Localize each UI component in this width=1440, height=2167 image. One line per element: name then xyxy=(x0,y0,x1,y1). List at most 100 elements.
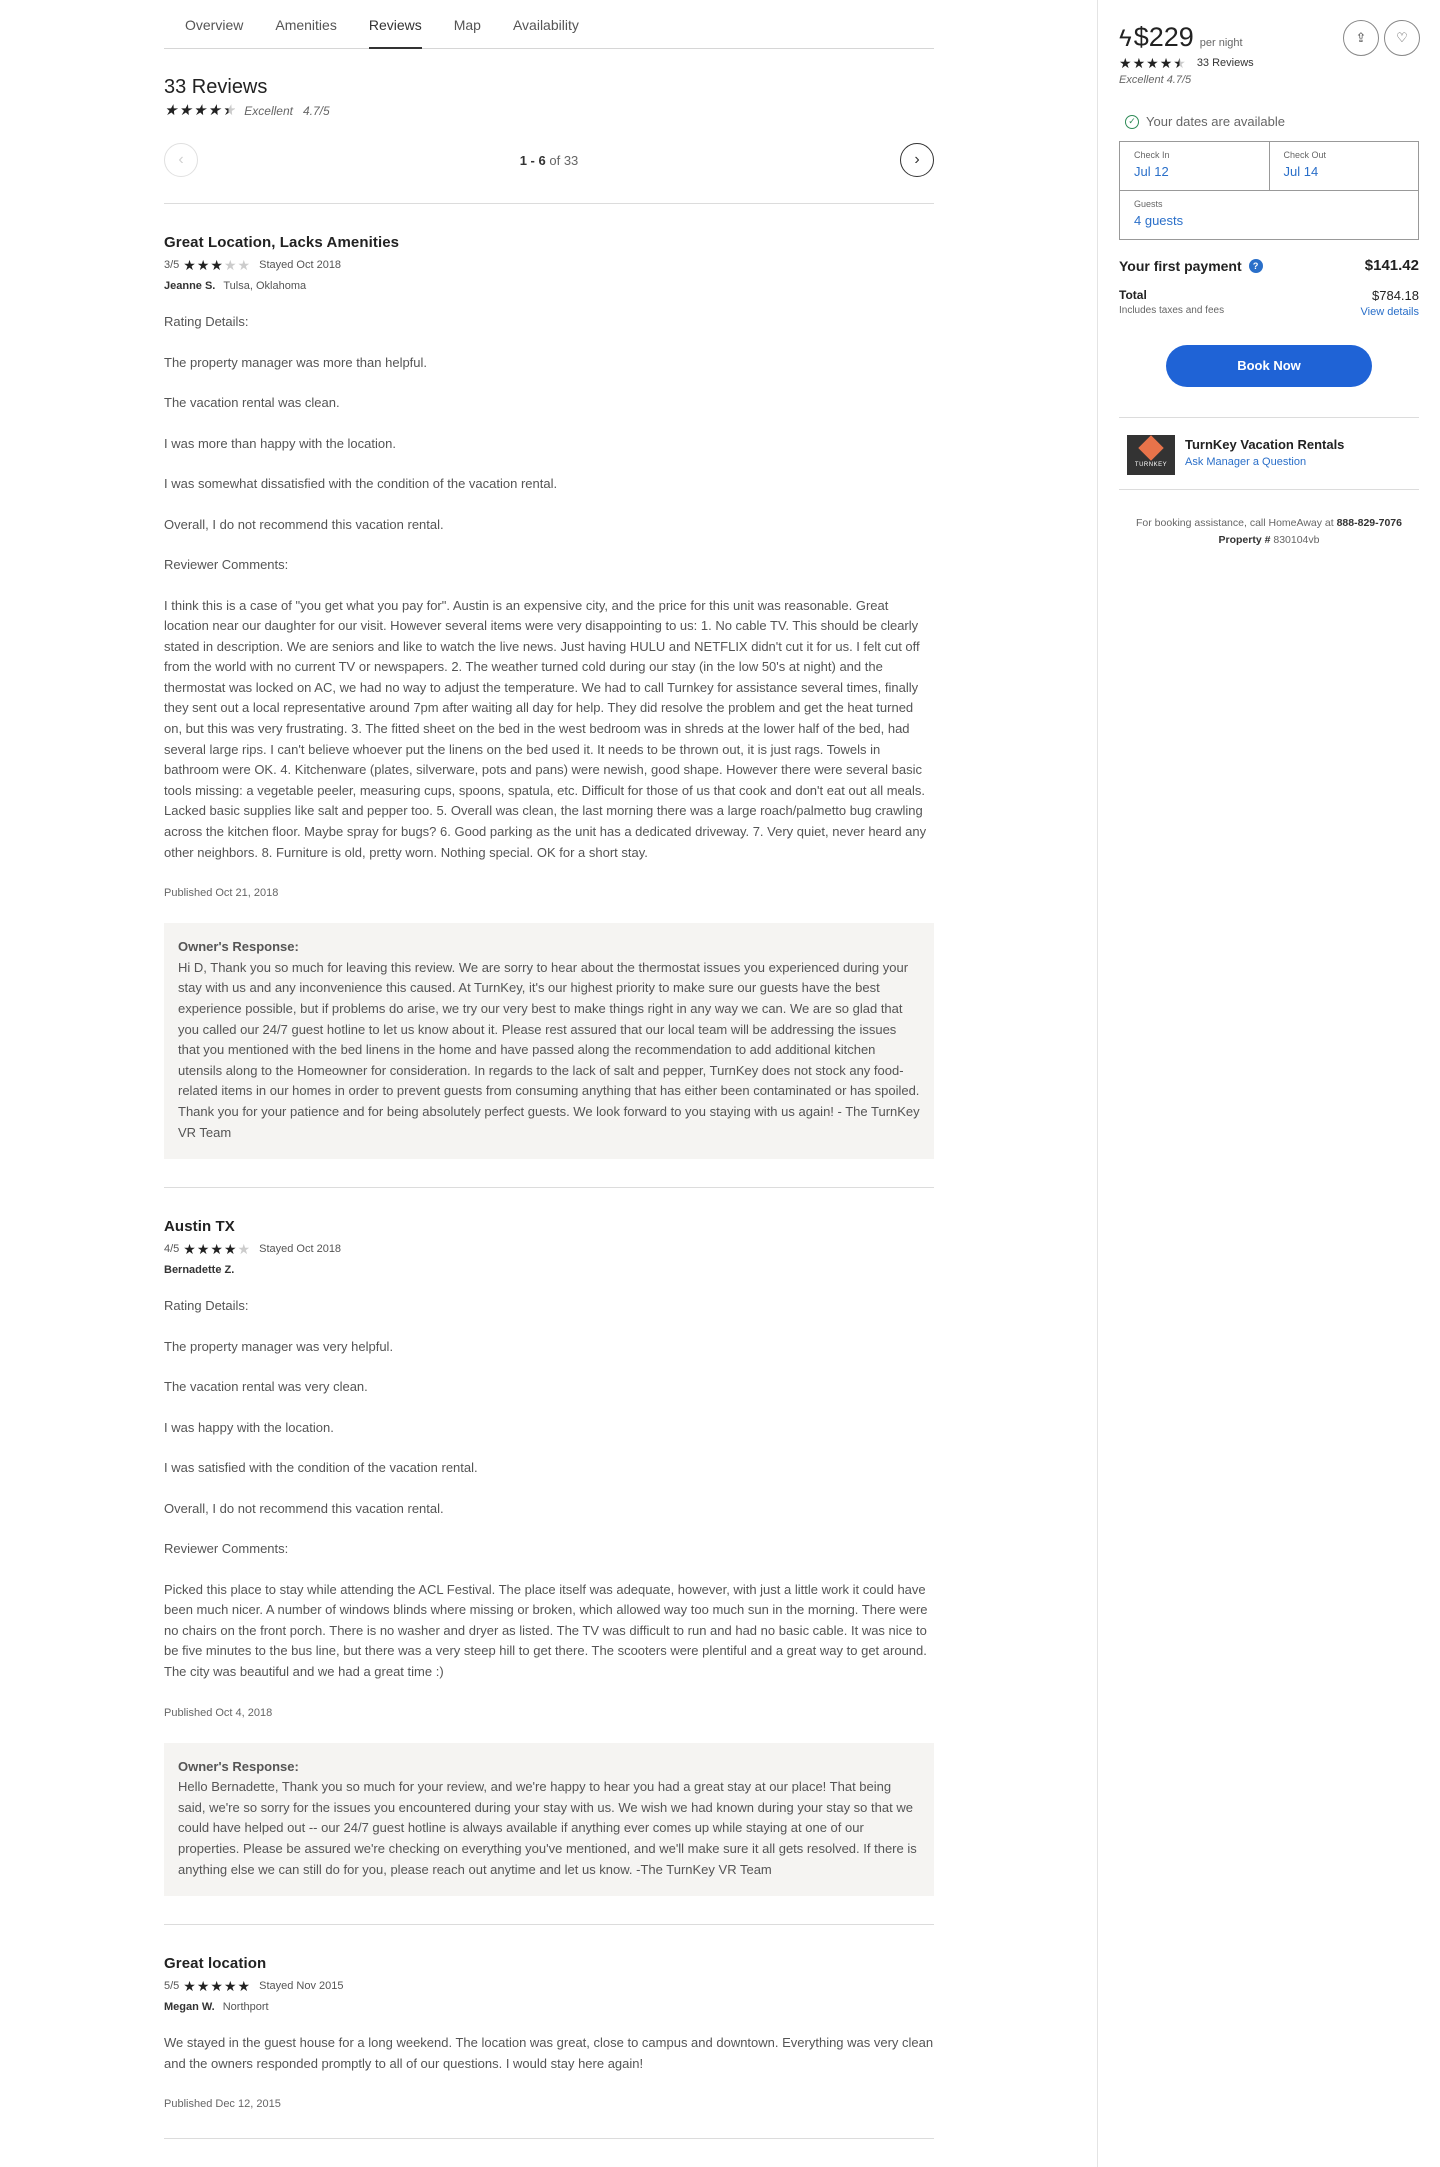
star-icon: ★ xyxy=(1146,55,1159,71)
star-icon: ★ xyxy=(1119,55,1132,71)
assist-phone[interactable]: 888-829-7076 xyxy=(1337,517,1402,529)
rating-score: 4.7/5 xyxy=(302,103,330,118)
booking-assistance: For booking assistance, call HomeAway at… xyxy=(1119,515,1419,549)
view-details-link[interactable]: View details xyxy=(1361,306,1420,318)
check-circle-icon: ✓ xyxy=(1125,114,1139,129)
chevron-left-icon: ‹ xyxy=(178,151,184,168)
pagination-top: ‹ 1 - 6 of 33 › xyxy=(164,142,934,178)
ask-manager-link[interactable]: Ask Manager a Question xyxy=(1185,456,1344,468)
favorite-button[interactable]: ♡ xyxy=(1384,20,1420,56)
rating-details-label: Rating Details: xyxy=(164,314,249,329)
review-card: Great Location, Lacks Amenities 3/5 ★ ★ ★ ★ ★ S… xyxy=(164,204,934,1189)
total-row: Total Includes taxes and fees $784.18 Vi… xyxy=(1119,288,1419,318)
stayed-date: Stayed Oct 2018 xyxy=(259,259,342,271)
divider xyxy=(1119,417,1419,418)
review-card: Great location 5/5 ★ ★ ★ ★ ★ Stayed Nov 2015 Meg… xyxy=(164,1925,934,2140)
check-out-label: Check Out xyxy=(1283,150,1327,160)
page-range-current: 1 - 6 xyxy=(519,152,546,168)
guests-label: Guests xyxy=(1134,199,1163,209)
sidebar-reviews-count[interactable]: 33 Reviews xyxy=(1197,57,1254,69)
reviewer-location: Tulsa, Oklahoma xyxy=(223,280,307,292)
review-title: Great Location, Lacks Amenities xyxy=(164,234,400,251)
booking-dates-box: Check In Jul 12 Check Out Jul 14 Guests … xyxy=(1119,141,1419,240)
divider xyxy=(164,2138,934,2140)
review-rating: 5/5 ★ ★ ★ ★ ★ Stayed Nov 2015 xyxy=(164,1979,934,1993)
review-card: Austin TX 4/5 ★ ★ ★ ★ ★ Stayed Oct 2018 Bernadet… xyxy=(164,1188,934,1926)
star-icon: ★ xyxy=(1159,55,1173,71)
reviewer-name: Jeanne S. xyxy=(164,280,216,292)
next-page-button[interactable]: › xyxy=(900,143,934,177)
star-icon: ★ xyxy=(223,257,237,273)
owner-response-label: Owner's Response: xyxy=(178,939,299,955)
page-range: 1 - 6 of 33 xyxy=(520,153,579,168)
assist-line: For booking assistance, call HomeAway at… xyxy=(1119,515,1419,532)
reviews-count-title: 33 Reviews xyxy=(164,76,268,98)
owner-response: Owner's Response: Hi D, Thank you so much… xyxy=(164,923,934,1160)
guests-field[interactable]: Guests 4 guests xyxy=(1120,191,1418,239)
star-icon: ★ xyxy=(164,102,178,119)
star-icon: ★ xyxy=(183,1241,196,1258)
reviews-list: Great Location, Lacks Amenities 3/5 ★ ★ ★ ★ ★ S… xyxy=(164,204,934,2140)
star-icon: ★ xyxy=(237,257,251,273)
review-stars: ★ ★ ★ ★ ★ xyxy=(183,1242,251,1256)
reviews-summary: 33 Reviews ★ ★ ★ ★ ★ Excellent 4.7/5 xyxy=(164,76,934,118)
total-label: Total xyxy=(1119,288,1147,302)
tab-availability[interactable]: Availability xyxy=(513,0,579,48)
per-night-label: per night xyxy=(1199,37,1243,49)
manager-info: TurnKey Vacation Rentals Ask Manager a Q… xyxy=(1185,435,1344,475)
tab-overview[interactable]: Overview xyxy=(185,0,243,48)
rating-detail: Overall, I do not recommend this vacatio… xyxy=(164,516,444,532)
guests-value: 4 guests xyxy=(1134,213,1184,228)
turnkey-logo: TURNKEY xyxy=(1127,434,1175,475)
manager-name: TurnKey Vacation Rentals xyxy=(1185,437,1345,452)
average-stars: ★ ★ ★ ★ ★ xyxy=(164,103,236,118)
star-icon: ★ xyxy=(210,1978,223,1995)
tab-reviews[interactable]: Reviews xyxy=(368,0,422,49)
book-now-button[interactable]: Book Now xyxy=(1166,345,1372,387)
rating-detail: I was more than happy with the location. xyxy=(164,435,396,451)
check-out-value: Jul 14 xyxy=(1283,164,1319,179)
review-rating-text: 5/5 xyxy=(164,1980,180,1993)
logo-text: TURNKEY xyxy=(1134,461,1168,468)
average-rating: ★ ★ ★ ★ ★ Excellent 4.7/5 xyxy=(164,103,934,118)
reviewer-comments-label: Reviewer Comments: xyxy=(164,557,289,572)
rating-detail: I was satisfied with the condition of th… xyxy=(164,1460,478,1476)
dates-row: Check In Jul 12 Check Out Jul 14 xyxy=(1120,142,1418,191)
property-manager: TURNKEY TurnKey Vacation Rentals Ask Man… xyxy=(1119,434,1419,475)
review-rating: 3/5 ★ ★ ★ ★ ★ Stayed Oct 2018 xyxy=(164,258,934,272)
share-button[interactable]: ⇪ xyxy=(1343,20,1379,56)
check-in-field[interactable]: Check In Jul 12 xyxy=(1120,142,1269,190)
review-stars: ★ ★ ★ ★ ★ xyxy=(183,1979,251,1993)
tab-map[interactable]: Map xyxy=(454,0,481,48)
tab-amenities[interactable]: Amenities xyxy=(275,0,336,48)
rating-detail: Overall, I do not recommend this vacatio… xyxy=(164,1500,444,1516)
review-stars: ★ ★ ★ ★ ★ xyxy=(183,258,251,272)
total-amount: $784.18 xyxy=(1372,288,1419,303)
property-label: Property # xyxy=(1218,534,1271,546)
reviewer: Bernadette Z. xyxy=(164,1264,934,1276)
star-icon: ★ xyxy=(210,1241,223,1258)
star-icon: ★ xyxy=(1173,55,1186,71)
owner-response-text: Hello Bernadette, Thank you so much for … xyxy=(178,1779,917,1877)
star-icon: ★ xyxy=(196,257,210,273)
sidebar-rating: ★ ★ ★ ★ ★ 33 Reviews xyxy=(1119,56,1419,70)
star-icon: ★ xyxy=(183,257,196,273)
nightly-price: $229 xyxy=(1133,22,1194,52)
star-icon: ★ xyxy=(223,1978,237,1995)
star-icon: ★ xyxy=(196,1978,210,1995)
stayed-date: Stayed Nov 2015 xyxy=(259,1980,344,1993)
sidebar-excellent: Excellent 4.7/5 xyxy=(1119,74,1192,86)
rating-detail: The vacation rental was very clean. xyxy=(164,1379,368,1395)
rating-detail: I was somewhat dissatisfied with the con… xyxy=(164,476,558,491)
booking-sidebar: ϟ $229 per night ⇪ ♡ ★ ★ ★ ★ ★ 33 Reviews Ex… xyxy=(1119,0,1420,549)
share-icon: ⇪ xyxy=(1355,30,1367,45)
prev-page-button[interactable]: ‹ xyxy=(164,143,198,177)
check-out-field[interactable]: Check Out Jul 14 xyxy=(1268,142,1419,190)
help-icon[interactable]: ? xyxy=(1248,258,1263,273)
star-icon: ★ xyxy=(183,1978,196,1995)
tab-bar: Overview Amenities Reviews Map Availabil… xyxy=(164,0,934,49)
rating-detail: I was happy with the location. xyxy=(164,1419,334,1435)
rating-detail: The property manager was more than helpf… xyxy=(164,354,428,370)
page-range-total: of 33 xyxy=(549,152,579,168)
published-date: Published Oct 4, 2018 xyxy=(164,1706,273,1719)
